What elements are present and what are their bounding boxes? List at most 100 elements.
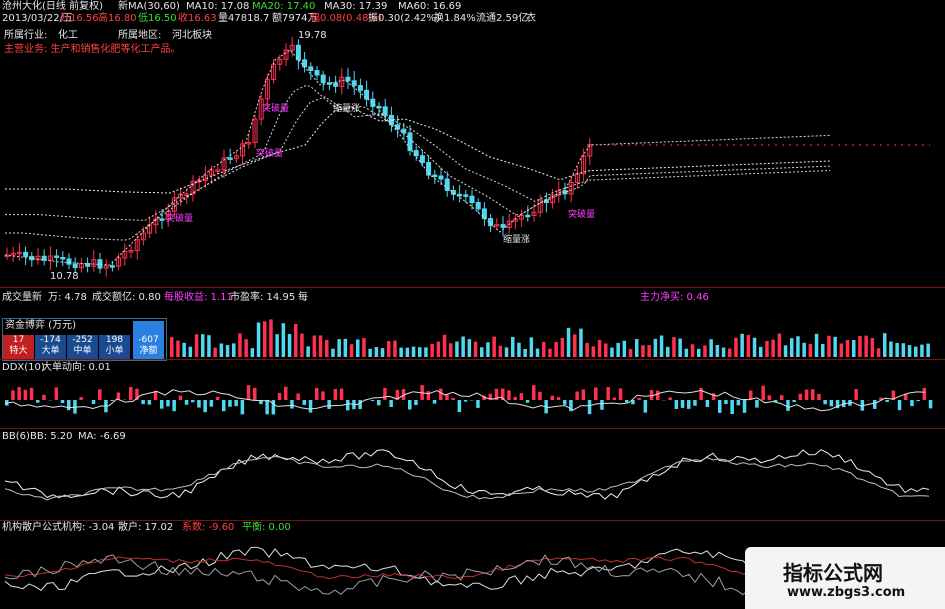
balance-value: 平衡: 0.00 (242, 522, 291, 533)
fund-cell-label: 中单 (73, 346, 92, 356)
volume-bar (275, 334, 279, 357)
ddx-bar (680, 400, 685, 408)
volume-bar (492, 336, 496, 357)
volume-bar (560, 337, 565, 357)
volume-bar (752, 337, 757, 357)
volume-bar (833, 336, 837, 357)
ddx-bar (17, 387, 21, 400)
volume-bar (746, 334, 751, 357)
volume-bar (907, 345, 912, 357)
quote-suffix: 衣 (526, 13, 536, 24)
volume-bar (225, 345, 230, 357)
candle-body (23, 251, 29, 257)
volume-bar (250, 348, 255, 357)
ddx-bar (184, 400, 189, 405)
ddx-bar (333, 389, 338, 400)
ddx-bar (11, 390, 15, 400)
volume-bar (331, 348, 335, 357)
ddx-bar (854, 389, 858, 400)
ddx-bar (141, 400, 145, 405)
ddx-bar (556, 397, 561, 400)
fund-title: 资金博弈 (万元) (5, 320, 76, 331)
volume-bar (201, 334, 205, 357)
stock-chart-canvas[interactable] (0, 0, 945, 609)
volume-bar (399, 347, 403, 357)
ddx-bar (928, 400, 933, 409)
fund-cell-value: -252 (72, 335, 93, 345)
volume-bar (300, 333, 304, 357)
fund-cell-label: 特大 (9, 346, 28, 356)
candle-body (159, 218, 165, 221)
ddx-bar (327, 400, 331, 409)
volume-bar (368, 348, 372, 357)
ddx-bar (346, 400, 350, 411)
breakout-marker-2: 突破量 (256, 149, 284, 159)
volume-bar (734, 337, 738, 357)
pe-suffix: 每 (298, 292, 308, 303)
ddx-bar (426, 391, 431, 400)
ddx-bar (742, 400, 747, 413)
volume-bar (467, 339, 472, 357)
volume-bar (647, 345, 651, 357)
ddx-bar (581, 389, 586, 400)
ddx-bar (246, 385, 251, 400)
volume-bar (852, 340, 856, 357)
quote-turnover: 换1.84% (434, 13, 476, 24)
quote-low: 低16.50 (138, 13, 177, 24)
volume-bar (653, 338, 658, 357)
ddx-bar (42, 394, 46, 400)
ddx-bar (786, 400, 790, 411)
ddx-bar (290, 400, 294, 409)
ddx-bar (922, 387, 927, 400)
volume-bar (318, 335, 323, 357)
ddx-bar (98, 389, 102, 400)
volume-bar (901, 343, 906, 357)
stock-title: 沧州大化(日线 前复权) (2, 1, 103, 12)
volume-bar (839, 343, 844, 357)
panel-separator (0, 359, 945, 360)
ddx-bar (23, 389, 28, 400)
ddx-bar (321, 391, 325, 400)
coef-value: 系数: -9.60 (182, 522, 235, 533)
volume-bar (362, 338, 366, 357)
volume-bar (529, 337, 534, 357)
volume-bar (337, 339, 341, 357)
volume-bar (194, 334, 199, 357)
volume-bar (783, 345, 788, 357)
ddx-bar (798, 393, 803, 400)
volume-bar (579, 328, 583, 357)
bb-lines (4, 449, 930, 501)
volume-bar (176, 340, 180, 357)
industry-value: 化工 (58, 30, 78, 41)
fund-cell-xl: 17 特大 (3, 335, 34, 359)
ddx-bar (718, 400, 722, 413)
volume-bar (728, 348, 732, 357)
ma30-value: MA30: 17.39 (324, 1, 388, 12)
volume-bar (895, 342, 899, 357)
ddx-bar (507, 390, 511, 400)
volume-bar (672, 337, 676, 357)
ddx-bar (240, 400, 245, 415)
ddx-bar (637, 397, 641, 400)
ddx-bars (5, 385, 933, 415)
volume-bar (356, 339, 360, 357)
volume-bar (325, 339, 329, 357)
ddx-bar (265, 400, 269, 415)
volume-bar (814, 333, 819, 357)
ddx-bar (432, 400, 437, 404)
candle-body (525, 214, 531, 218)
candle-body (463, 194, 469, 197)
ddx-bar (804, 389, 809, 400)
fund-cell-value: 17 (12, 335, 25, 345)
candle-body (382, 106, 388, 116)
ddx-bar (767, 395, 772, 400)
ddx-bar (457, 400, 462, 413)
ddx-bar (79, 397, 83, 400)
ddx-title: DDX(10) (2, 362, 45, 373)
ddx-bar (792, 400, 796, 403)
volume-bar (864, 335, 868, 357)
volume-bar (771, 339, 775, 357)
ddx-bar (780, 395, 784, 400)
ddx-bar (166, 400, 170, 407)
ddx-bar (550, 395, 555, 400)
